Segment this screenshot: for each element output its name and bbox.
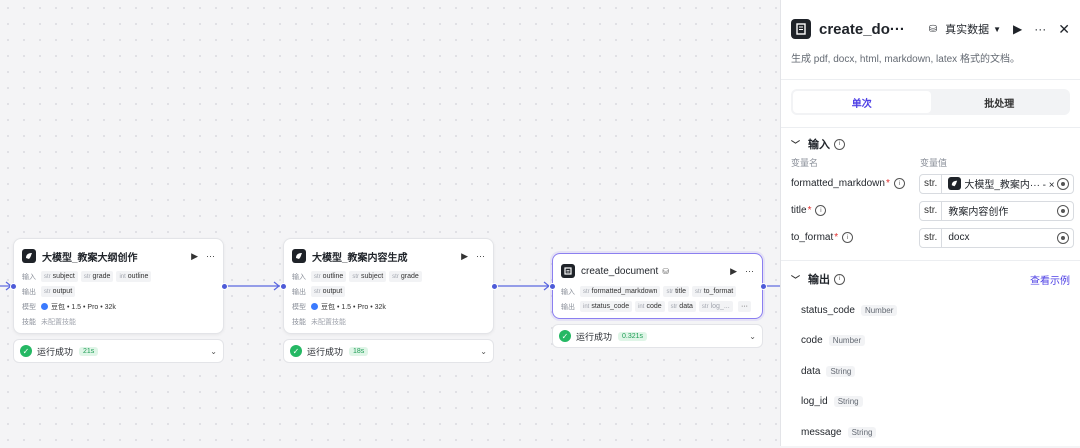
chevron-down-icon[interactable]: ⌄ xyxy=(210,347,217,356)
to-format-field[interactable]: str. docx xyxy=(919,227,1074,248)
node-title: create_document xyxy=(581,265,659,277)
llm-icon xyxy=(22,249,36,263)
info-icon: i xyxy=(893,178,905,189)
workflow-canvas[interactable]: 大模型_教案大纲创作 ▶ ··· 输入 str subject str grade … xyxy=(0,0,780,446)
run-icon[interactable]: ▶ xyxy=(461,251,468,262)
output-row: log_id String xyxy=(781,387,1080,418)
output-row: code Number xyxy=(781,326,1080,357)
chevron-down-icon[interactable]: ⌄ xyxy=(749,332,756,341)
success-icon: ✓ xyxy=(559,330,571,342)
info-icon: i xyxy=(815,205,827,216)
run-status[interactable]: ✓ 运行成功 21s ⌄ xyxy=(13,339,224,363)
output-row: message String xyxy=(781,417,1080,448)
node-content-llm[interactable]: 大模型_教案内容生成 ▶ ··· 输入 str outline str subjec… xyxy=(283,238,494,334)
database-icon[interactable]: ⛁ xyxy=(929,24,937,35)
model-name: 豆包 • 1.5 • Pro • 32k xyxy=(311,302,386,312)
node-create-document[interactable]: create_document ⛁ ▶ ··· 输入 str formatted_… xyxy=(552,253,763,319)
output-port[interactable] xyxy=(760,283,767,290)
output-section-header[interactable]: ﹀ 输出 i 查看示例 xyxy=(781,269,1080,289)
run-icon[interactable]: ▶ xyxy=(730,266,737,277)
input-section-header[interactable]: ﹀ 输入 i xyxy=(781,134,1080,154)
input-row: to_format * i str. docx xyxy=(781,224,1080,251)
model-name: 豆包 • 1.5 • Pro • 32k xyxy=(41,302,116,312)
node-detail-panel: create_do··· ⛁ 真实数据 ▼ ▶ ··· ✕ 生成 pdf, doc… xyxy=(780,0,1080,446)
input-row: formatted_markdown * i str. 大模型_教案内··· - × xyxy=(781,170,1080,197)
output-port[interactable] xyxy=(221,283,228,290)
duration-badge: 0.321s xyxy=(618,331,648,341)
mode-select[interactable]: 真实数据 ▼ xyxy=(945,21,1001,37)
variable-select-icon xyxy=(1057,204,1069,217)
plugin-icon xyxy=(561,264,575,278)
input-port[interactable] xyxy=(280,283,287,290)
more-icon[interactable]: ··· xyxy=(206,251,215,261)
output-row: data String xyxy=(781,356,1080,387)
llm-icon xyxy=(292,249,306,263)
doubao-icon xyxy=(311,303,318,310)
info-icon: i xyxy=(842,232,854,243)
chevron-down-icon[interactable]: ⌄ xyxy=(480,347,487,356)
title-field[interactable]: str. 教案内容创作 xyxy=(919,200,1074,221)
doubao-icon xyxy=(41,303,48,310)
run-status[interactable]: ✓ 运行成功 0.321s ⌄ xyxy=(552,324,763,348)
run-status[interactable]: ✓ 运行成功 18s ⌄ xyxy=(283,339,494,363)
more-icon[interactable]: ··· xyxy=(476,251,485,261)
output-port[interactable] xyxy=(491,283,498,290)
more-icon[interactable]: ··· xyxy=(745,266,754,276)
run-icon[interactable]: ▶ xyxy=(1013,22,1022,36)
tab-single[interactable]: 单次 xyxy=(793,91,931,113)
panel-description: 生成 pdf, docx, html, markdown, latex 格式的文… xyxy=(791,54,1020,65)
more-outputs[interactable]: ··· xyxy=(738,301,751,312)
run-icon[interactable]: ▶ xyxy=(191,251,198,262)
duration-badge: 18s xyxy=(349,346,369,356)
plugin-icon xyxy=(791,19,811,39)
info-icon: i xyxy=(834,273,846,285)
edges-layer xyxy=(0,281,780,291)
success-icon: ✓ xyxy=(20,345,32,357)
panel-title: create_do··· xyxy=(819,20,905,38)
tab-batch[interactable]: 批处理 xyxy=(931,91,1069,113)
variable-select-icon xyxy=(1057,231,1069,244)
variable-select-icon xyxy=(1057,177,1069,190)
database-icon: ⛁ xyxy=(662,266,669,276)
formatted-markdown-field[interactable]: str. 大模型_教案内··· - × xyxy=(919,173,1074,194)
duration-badge: 21s xyxy=(79,346,99,356)
close-icon[interactable]: ✕ xyxy=(1058,21,1070,38)
input-port[interactable] xyxy=(10,283,17,290)
caret-down-icon: ▼ xyxy=(993,24,1002,34)
input-port[interactable] xyxy=(549,283,556,290)
info-icon: i xyxy=(834,138,846,150)
success-icon: ✓ xyxy=(290,345,302,357)
more-icon[interactable]: ··· xyxy=(1034,22,1046,36)
node-outline-llm[interactable]: 大模型_教案大纲创作 ▶ ··· 输入 str subject str grade … xyxy=(13,238,224,334)
chevron-down-icon: ﹀ xyxy=(791,139,801,150)
input-row: title * i str. 教案内容创作 xyxy=(781,197,1080,224)
llm-icon xyxy=(948,177,962,190)
node-title: 大模型_教案内容生成 xyxy=(312,252,408,264)
output-row: status_code Number xyxy=(781,295,1080,326)
node-title: 大模型_教案大纲创作 xyxy=(42,252,138,264)
run-mode-tabs: 单次 批处理 xyxy=(791,89,1070,115)
view-example-link[interactable]: 查看示例 xyxy=(1030,272,1070,287)
chevron-down-icon: ﹀ xyxy=(791,274,801,285)
